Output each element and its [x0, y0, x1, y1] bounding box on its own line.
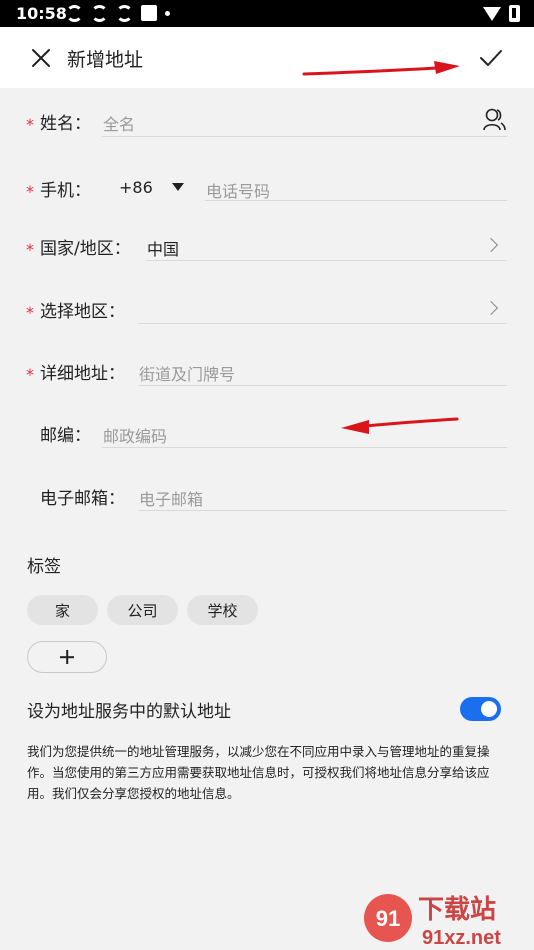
page-title: 新增地址: [67, 49, 144, 71]
region-underline: [138, 323, 507, 324]
battery-icon: [509, 5, 520, 22]
name-row: * 姓名： 全名: [0, 97, 534, 147]
phone-input[interactable]: 电话号码: [206, 178, 270, 202]
toggle-knob: [481, 701, 497, 717]
required-mark: *: [26, 303, 34, 322]
address-label: 详细地址：: [40, 364, 125, 384]
status-time: 10:58: [16, 4, 67, 23]
tag-chip-school[interactable]: 学校: [187, 595, 258, 625]
tags-title: 标签: [27, 557, 61, 577]
chevron-right-icon: [483, 237, 499, 253]
sync-icon: [66, 5, 83, 22]
name-input[interactable]: 全名: [103, 111, 135, 135]
postcode-underline: [102, 447, 507, 448]
region-label: 选择地区：: [40, 302, 125, 322]
country-value[interactable]: 中国: [147, 236, 179, 260]
watermark-name: 下载站: [418, 895, 496, 925]
notification-icon: [141, 5, 157, 21]
country-code-selector[interactable]: +86: [119, 178, 153, 197]
default-address-toggle[interactable]: [460, 697, 501, 721]
required-mark: *: [26, 115, 34, 134]
email-underline: [138, 510, 507, 511]
add-tag-button[interactable]: [27, 641, 107, 673]
caret-down-icon[interactable]: [172, 183, 184, 191]
service-description: 我们为您提供统一的地址管理服务，以减少您在不同应用中录入与管理地址的重复操作。当…: [27, 744, 490, 801]
postcode-input[interactable]: 邮政编码: [103, 423, 167, 447]
name-underline: [102, 136, 507, 137]
annotation-arrow: [341, 417, 459, 434]
address-row: * 详细地址： 街道及门牌号: [0, 347, 534, 397]
address-underline: [138, 385, 507, 386]
status-notification-icons: [66, 5, 170, 22]
chevron-right-icon: [483, 300, 499, 316]
name-label: 姓名：: [40, 114, 91, 134]
annotation-arrow: [302, 61, 460, 76]
email-label: 电子邮箱：: [40, 489, 125, 509]
phone-label: 手机：: [40, 181, 91, 201]
email-row: 电子邮箱： 电子邮箱: [0, 472, 534, 522]
close-icon[interactable]: [26, 43, 56, 73]
sync-icon: [116, 5, 133, 22]
postcode-label: 邮编：: [40, 426, 91, 446]
default-address-label: 设为地址服务中的默认地址: [27, 702, 231, 722]
watermark-site: 91xz.net: [422, 927, 501, 949]
contacts-icon[interactable]: [482, 107, 506, 133]
required-mark: *: [26, 182, 34, 201]
sync-icon: [91, 5, 108, 22]
svg-text:91: 91: [376, 906, 400, 931]
wifi-icon: [483, 6, 501, 21]
status-bar: 10:58: [0, 0, 534, 27]
required-mark: *: [26, 365, 34, 384]
country-row[interactable]: * 国家/地区： 中国: [0, 222, 534, 272]
email-input[interactable]: 电子邮箱: [139, 486, 203, 510]
region-row[interactable]: * 选择地区：: [0, 285, 534, 335]
country-underline: [146, 260, 507, 261]
confirm-check-icon[interactable]: [474, 41, 508, 75]
site-watermark-logo: 91 下载站 91xz.net: [364, 894, 501, 949]
country-label: 国家/地区：: [40, 239, 131, 259]
phone-row: * 手机： +86 电话号码: [0, 164, 534, 214]
phone-underline: [205, 200, 507, 201]
tag-chip-company[interactable]: 公司: [107, 595, 178, 625]
tag-chip-home[interactable]: 家: [27, 595, 98, 625]
more-notifications-icon: [165, 11, 170, 16]
required-mark: *: [26, 240, 34, 259]
address-input[interactable]: 街道及门牌号: [139, 361, 235, 385]
